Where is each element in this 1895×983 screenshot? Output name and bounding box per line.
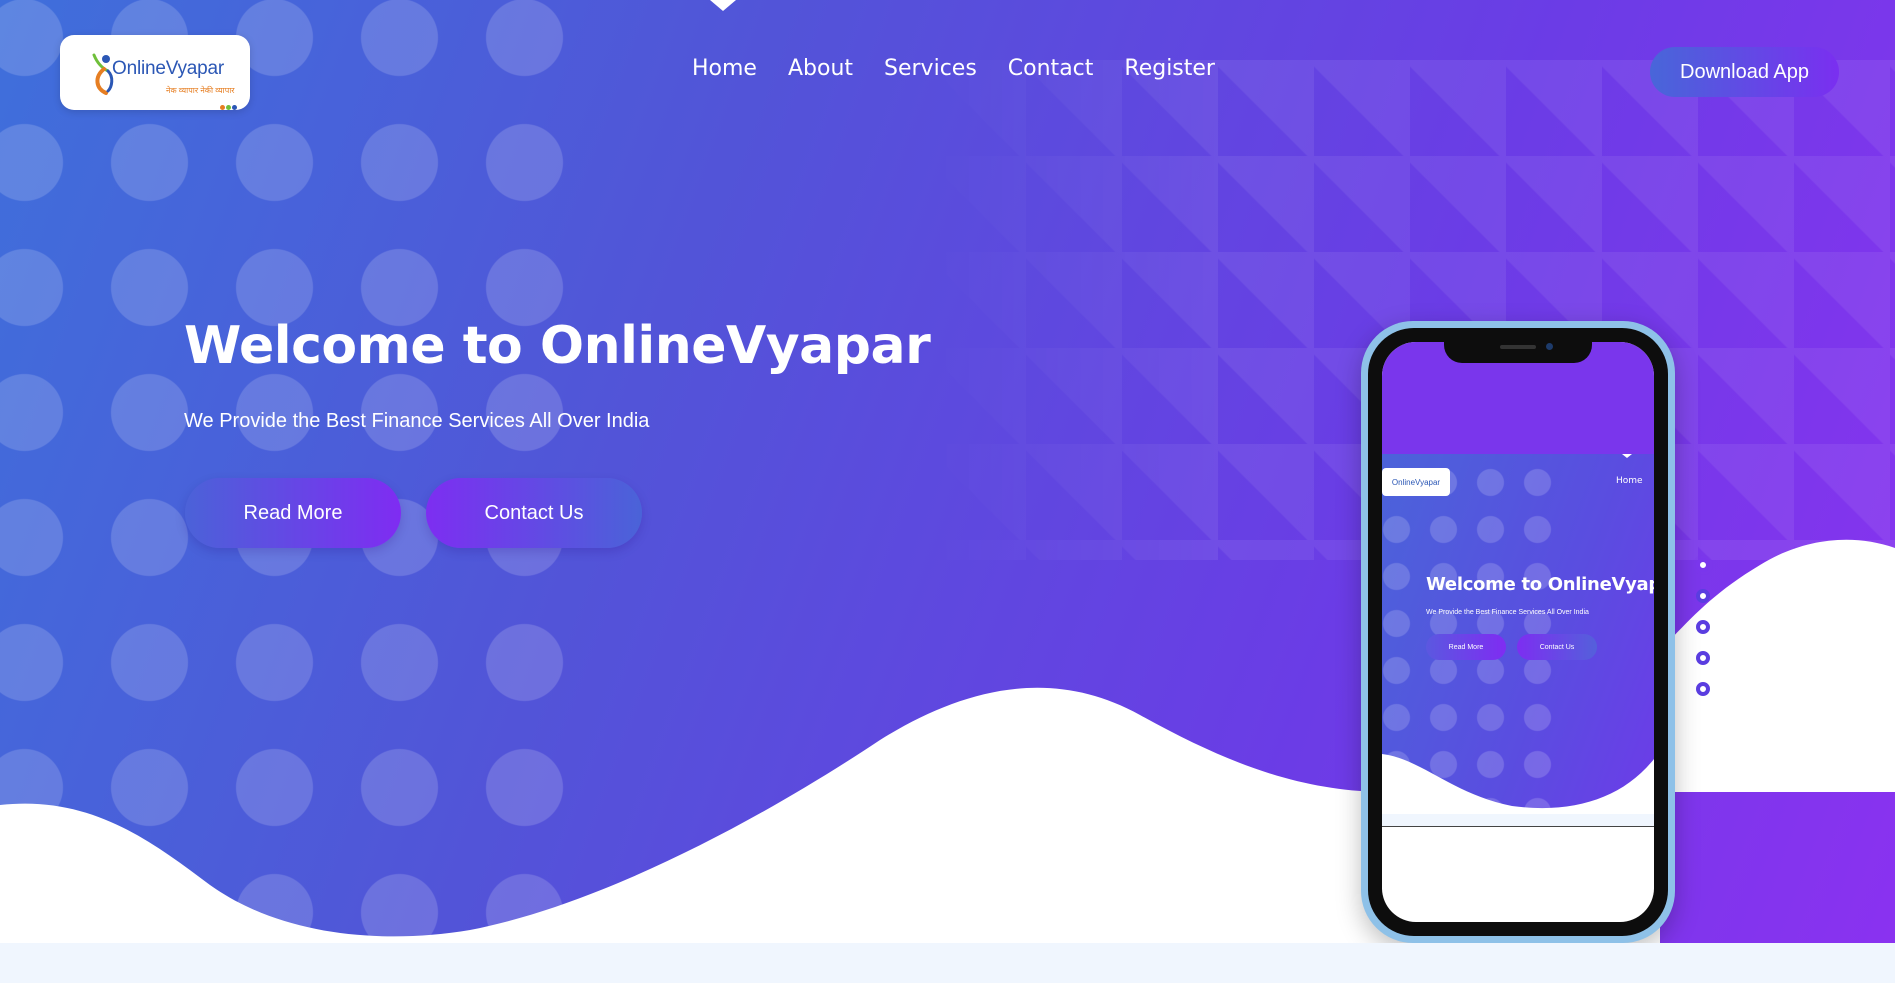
phone-screen-hero: OnlineVyapar Home Welcome to OnlineVyapa…	[1382, 454, 1654, 814]
nav-register[interactable]: Register	[1124, 56, 1215, 81]
hero-subtitle: We Provide the Best Finance Services All…	[184, 410, 650, 432]
download-app-button[interactable]: Download App	[1650, 47, 1839, 97]
logo-name: OnlineVyapar	[112, 58, 225, 79]
next-section-strip	[0, 943, 1895, 983]
phone-screen-divider	[1382, 826, 1654, 827]
slider-dot-5[interactable]	[1696, 682, 1710, 696]
phone-notch	[1444, 335, 1592, 363]
phone-screen-strip	[1382, 814, 1654, 826]
nav-about[interactable]: About	[788, 56, 853, 81]
site-logo[interactable]: OnlineVyapar नेक व्यापार नेकी व्यापार	[60, 35, 250, 110]
phone-mockup: OnlineVyapar Home Welcome to OnlineVyapa…	[1361, 321, 1675, 943]
main-nav: Home About Services Contact Register	[692, 56, 1215, 81]
read-more-button[interactable]: Read More	[185, 478, 401, 548]
slider-dot-3[interactable]	[1696, 620, 1710, 634]
logo-dots	[220, 95, 238, 114]
hero-title: Welcome to OnlineVyapar	[184, 316, 931, 376]
phone-camera-icon	[1546, 343, 1553, 350]
slider-dots	[1696, 558, 1710, 713]
phone-screen: OnlineVyapar Home Welcome to OnlineVyapa…	[1382, 342, 1654, 922]
nav-active-indicator	[710, 0, 736, 11]
slider-dot-4[interactable]	[1696, 651, 1710, 665]
nav-home[interactable]: Home	[692, 56, 757, 81]
slider-dot-2[interactable]	[1696, 589, 1710, 603]
nav-services[interactable]: Services	[884, 56, 977, 81]
slider-dot-1[interactable]	[1696, 558, 1710, 572]
phone-bezel: OnlineVyapar Home Welcome to OnlineVyapa…	[1368, 328, 1668, 936]
nav-contact[interactable]: Contact	[1008, 56, 1094, 81]
phone-hero-wave	[1382, 754, 1654, 814]
contact-us-button[interactable]: Contact Us	[426, 478, 642, 548]
phone-speaker	[1500, 345, 1536, 349]
